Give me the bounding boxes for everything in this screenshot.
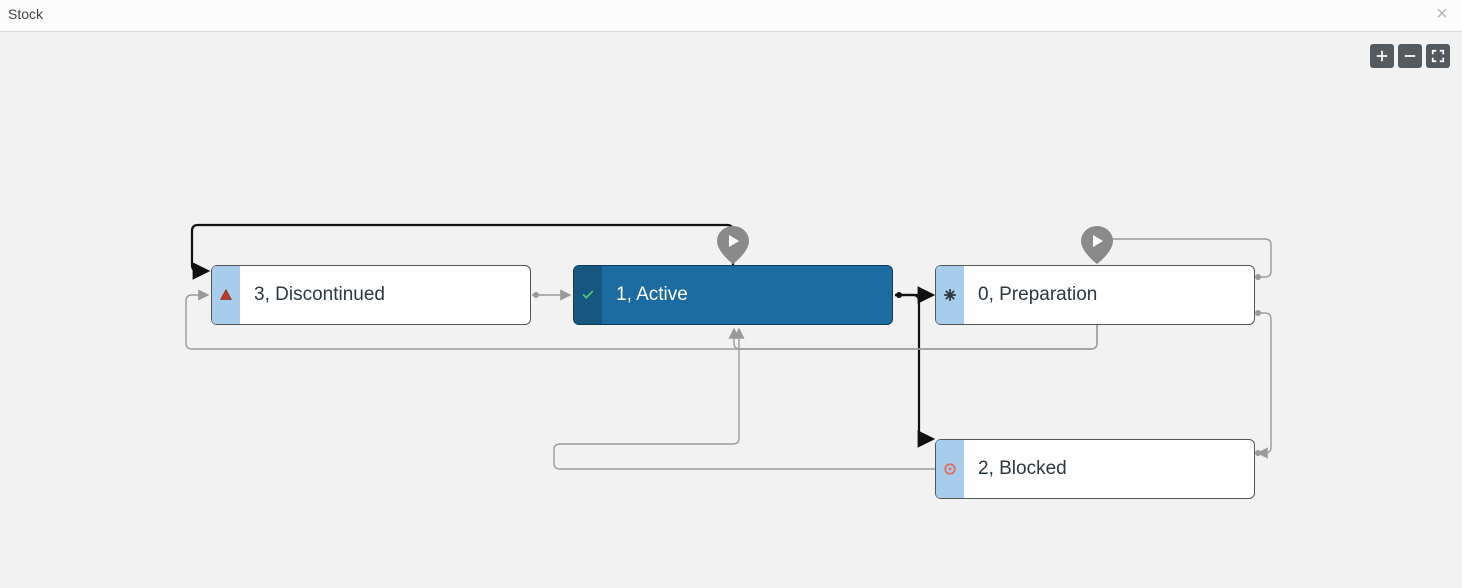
node-stripe	[212, 266, 240, 324]
port-preparation-out-bottom	[1255, 310, 1261, 316]
state-node-blocked[interactable]: 2, Blocked	[935, 439, 1255, 499]
pin-play-icon	[717, 226, 749, 264]
port-preparation-out-top	[1255, 274, 1261, 280]
pin-play-icon	[1081, 226, 1113, 264]
state-node-discontinued[interactable]: 3, Discontinued	[211, 265, 531, 325]
warning-triangle-icon	[219, 288, 233, 302]
node-label: 3, Discontinued	[254, 284, 385, 306]
node-label: 0, Preparation	[978, 284, 1097, 306]
node-label: 2, Blocked	[978, 458, 1067, 480]
stop-circle-icon	[943, 462, 957, 476]
edge-active-to-blocked	[895, 295, 933, 439]
port-blocked-out	[1255, 450, 1261, 456]
port-active-out	[896, 292, 902, 298]
node-label: 1, Active	[616, 284, 688, 306]
node-stripe	[936, 440, 964, 498]
node-stripe	[936, 266, 964, 324]
start-pin-active[interactable]	[717, 226, 749, 264]
state-node-preparation[interactable]: 0, Preparation	[935, 265, 1255, 325]
start-pin-preparation[interactable]	[1081, 226, 1113, 264]
asterisk-icon	[943, 288, 957, 302]
edge-preparation-to-active	[734, 325, 1097, 349]
edge-preparation-to-blocked	[1258, 313, 1271, 453]
close-icon[interactable]: ×	[1432, 4, 1452, 24]
edge-blocked-to-active	[554, 329, 935, 469]
state-node-active[interactable]: 1, Active	[573, 265, 893, 325]
check-icon	[581, 288, 595, 302]
page-title: Stock	[8, 6, 43, 22]
header-bar: Stock ×	[0, 0, 1462, 32]
port-discontinued-out	[533, 292, 539, 298]
node-stripe	[574, 266, 602, 324]
workflow-canvas[interactable]: 3, Discontinued 1, Active 0, Preparation	[0, 33, 1462, 588]
